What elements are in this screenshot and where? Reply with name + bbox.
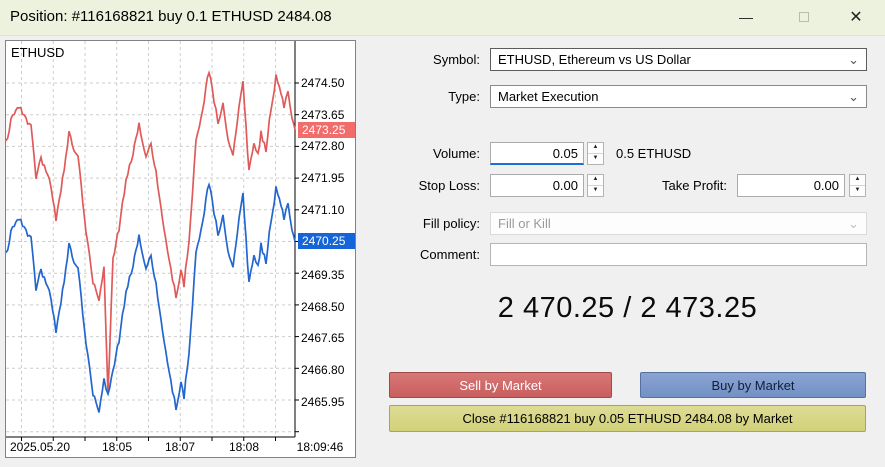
volume-spinner: ▲ ▼ (587, 142, 604, 165)
chevron-down-icon: ⌄ (848, 89, 859, 104)
buy-by-market-button[interactable]: Buy by Market (640, 372, 866, 398)
y-axis-label: 2469.35 (301, 268, 345, 283)
take-profit-spinner-down[interactable]: ▼ (850, 185, 865, 196)
bid-price-badge: 2470.25 (298, 233, 355, 250)
y-axis-label: 2467.65 (301, 331, 345, 346)
volume-spinner-down[interactable]: ▼ (588, 153, 603, 164)
x-axis-label: 18:09:46 (296, 440, 344, 454)
y-axis-label: 2473.65 (301, 107, 345, 122)
ask-line (6, 70, 296, 395)
stop-loss-spinner-up[interactable]: ▲ (588, 175, 603, 186)
y-axis-label: 2471.10 (301, 202, 345, 217)
arrow-up-icon: ▲ (592, 144, 599, 151)
chevron-down-icon: ⌄ (848, 216, 859, 231)
window-title: Position: #116168821 buy 0.1 ETHUSD 2484… (10, 8, 332, 25)
symbol-select[interactable]: ETHUSD, Ethereum vs US Dollar ⌄ (490, 48, 867, 71)
type-label: Type: (448, 89, 480, 104)
close-position-button[interactable]: Close #116168821 buy 0.05 ETHUSD 2484.08… (389, 405, 866, 432)
arrow-up-icon: ▲ (592, 176, 599, 183)
arrow-down-icon: ▼ (854, 187, 861, 194)
stop-loss-label: Stop Loss: (418, 178, 480, 193)
maximize-icon (799, 12, 809, 22)
take-profit-spinner-up[interactable]: ▲ (850, 175, 865, 186)
chevron-down-icon: ⌄ (848, 52, 859, 67)
quote-display: 2 470.25 / 2 473.25 (497, 292, 758, 324)
fill-policy-label: Fill policy: (422, 216, 480, 231)
volume-spinner-up[interactable]: ▲ (588, 143, 603, 154)
close-button[interactable]: ✕ (833, 0, 879, 34)
arrow-down-icon: ▼ (592, 155, 599, 162)
close-icon: ✕ (849, 9, 863, 26)
symbol-select-value: ETHUSD, Ethereum vs US Dollar (498, 52, 691, 67)
arrow-up-icon: ▲ (854, 176, 861, 183)
stop-loss-spinner-down[interactable]: ▼ (588, 185, 603, 196)
ask-price-badge: 2473.25 (298, 121, 355, 138)
stop-loss-spinner: ▲ ▼ (587, 174, 604, 197)
type-select[interactable]: Market Execution ⌄ (490, 85, 867, 108)
y-axis-label: 2474.50 (301, 76, 345, 90)
x-axis-label: 2025.05.20 (9, 440, 71, 454)
minimize-icon: — (739, 9, 753, 25)
sell-by-market-button[interactable]: Sell by Market (389, 372, 612, 398)
type-select-value: Market Execution (498, 89, 599, 104)
volume-suffix: 0.5 ETHUSD (616, 146, 692, 161)
y-axis-label: 2466.80 (301, 363, 345, 378)
minimize-button[interactable]: — (723, 0, 769, 34)
stop-loss-input[interactable] (490, 174, 584, 197)
titlebar: Position: #116168821 buy 0.1 ETHUSD 2484… (0, 0, 885, 36)
comment-input[interactable] (490, 243, 867, 266)
maximize-button (781, 0, 827, 34)
arrow-down-icon: ▼ (592, 187, 599, 194)
y-axis-label: 2468.50 (301, 299, 345, 314)
tick-chart-panel: ETHUSD 2473.25 2470.25 2474.50 2473.65 247… (5, 40, 356, 458)
volume-input[interactable] (490, 142, 584, 165)
dialog-body: ETHUSD 2473.25 2470.25 2474.50 2473.65 247… (0, 36, 885, 467)
symbol-label: Symbol: (433, 52, 480, 67)
take-profit-spinner: ▲ ▼ (849, 174, 866, 197)
volume-label: Volume: (433, 146, 480, 161)
comment-label: Comment: (420, 247, 480, 262)
y-axis-label: 2471.95 (301, 171, 345, 186)
take-profit-input[interactable] (737, 174, 845, 197)
y-axis-label: 2472.80 (301, 139, 345, 154)
bid-line (6, 181, 296, 413)
fill-policy-value: Fill or Kill (498, 216, 551, 231)
fill-policy-select: Fill or Kill ⌄ (490, 212, 867, 235)
x-axis-label: 18:08 (228, 440, 260, 454)
position-dialog-window: Position: #116168821 buy 0.1 ETHUSD 2484… (0, 0, 885, 467)
y-axis-label: 2465.95 (301, 394, 345, 409)
chart-symbol-label: ETHUSD (11, 45, 65, 60)
take-profit-label: Take Profit: (661, 178, 727, 193)
